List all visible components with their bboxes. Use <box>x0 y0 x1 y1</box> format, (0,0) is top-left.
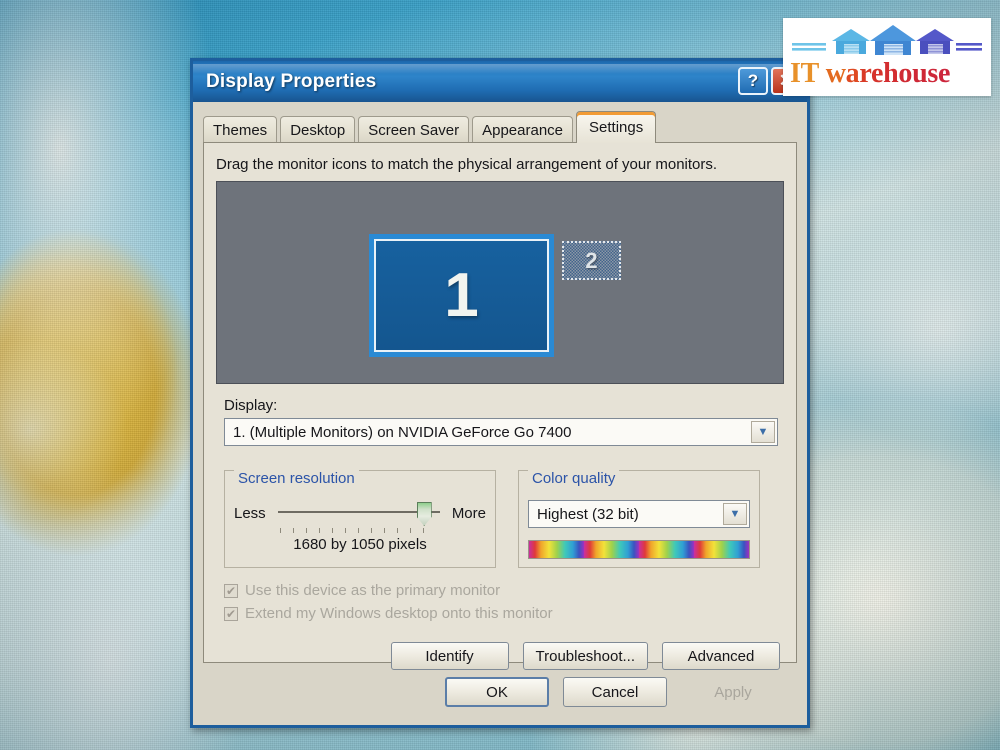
color-quality-title: Color quality <box>528 470 620 487</box>
wordmark-e2: e <box>937 58 951 89</box>
it-warehouse-watermark: IT warehouse <box>783 18 991 96</box>
three-warehouses-icon <box>792 25 982 55</box>
color-quality-value: Highest (32 bit) <box>537 505 639 523</box>
drag-monitors-hint: Drag the monitor icons to match the phys… <box>216 156 718 173</box>
settings-action-buttons: Identify Troubleshoot... Advanced <box>216 642 780 670</box>
wordmark-e1: e <box>870 58 884 89</box>
cancel-button[interactable]: Cancel <box>563 677 667 707</box>
primary-monitor-checkbox-row[interactable]: ✔ Use this device as the primary monitor <box>224 582 784 599</box>
monitor-arrangement-preview[interactable]: 1 2 <box>216 181 784 384</box>
color-quality-select[interactable]: Highest (32 bit) ▼ <box>528 500 750 528</box>
window-title: Display Properties <box>206 70 377 92</box>
screen-resolution-title: Screen resolution <box>234 470 359 487</box>
color-quality-body: Highest (32 bit) ▼ <box>518 488 760 568</box>
identify-button[interactable]: Identify <box>390 642 509 670</box>
extend-desktop-checkbox-row[interactable]: ✔ Extend my Windows desktop onto this mo… <box>224 605 784 622</box>
checkmark-icon[interactable]: ✔ <box>224 583 238 598</box>
monitor-icon-2[interactable]: 2 <box>562 241 621 280</box>
display-select-value: 1. (Multiple Monitors) on NVIDIA GeForce… <box>233 423 572 441</box>
dialog-footer: OK Cancel Apply <box>193 677 785 707</box>
help-icon[interactable]: ? <box>738 67 768 95</box>
chevron-down-icon[interactable]: ▼ <box>751 421 775 443</box>
color-spectrum-bar <box>528 540 750 559</box>
wordmark-a: a <box>845 58 860 89</box>
troubleshoot-button[interactable]: Troubleshoot... <box>522 642 648 670</box>
warehouse-logo-icon <box>790 23 984 57</box>
tab-desktop[interactable]: Desktop <box>280 116 356 143</box>
dialog-titlebar[interactable]: Display Properties ? ✕ <box>193 58 807 102</box>
checkmark-icon[interactable]: ✔ <box>224 606 238 621</box>
resolution-slider[interactable] <box>274 498 444 533</box>
wordmark-r: r <box>859 58 871 89</box>
color-quality-group: Color quality Highest (32 bit) ▼ <box>518 462 760 568</box>
apply-button: Apply <box>714 683 752 701</box>
advanced-button[interactable]: Advanced <box>662 642 780 670</box>
monitor-option-checkboxes: ✔ Use this device as the primary monitor… <box>224 582 784 622</box>
wordmark-s: s <box>927 58 938 89</box>
settings-groups: Screen resolution Less More 1680 by 1050… <box>224 462 778 568</box>
tab-strip: Themes Desktop Screen Saver Appearance S… <box>203 111 797 143</box>
wordmark-h: h <box>883 58 899 89</box>
wordmark-o: o <box>898 58 913 89</box>
it-warehouse-wordmark: IT warehouse <box>790 57 984 91</box>
display-select[interactable]: 1. (Multiple Monitors) on NVIDIA GeForce… <box>224 418 778 446</box>
wordmark-it: IT <box>790 58 819 89</box>
monitor-2-number: 2 <box>585 247 598 273</box>
monitor-icon-1[interactable]: 1 <box>369 234 554 357</box>
ok-button[interactable]: OK <box>445 677 549 707</box>
wordmark-w: w <box>825 58 846 89</box>
slider-track <box>277 511 440 513</box>
tab-settings[interactable]: Settings <box>576 111 657 143</box>
screen-resolution-group: Screen resolution Less More 1680 by 1050… <box>224 462 496 568</box>
tab-screen-saver[interactable]: Screen Saver <box>358 116 470 143</box>
slider-ticks <box>279 528 436 533</box>
tab-themes[interactable]: Themes <box>203 116 278 143</box>
slider-less-label: Less <box>234 504 266 522</box>
primary-monitor-label: Use this device as the primary monitor <box>245 582 501 599</box>
slider-more-label: More <box>451 504 486 522</box>
settings-tab-page: Drag the monitor icons to match the phys… <box>203 142 797 670</box>
wordmark-u: u <box>912 58 928 89</box>
resolution-value: 1680 by 1050 pixels <box>293 536 427 553</box>
slider-thumb[interactable] <box>416 502 432 526</box>
tab-appearance[interactable]: Appearance <box>472 116 574 143</box>
chevron-down-icon[interactable]: ▼ <box>723 503 747 525</box>
extend-desktop-label: Extend my Windows desktop onto this moni… <box>245 605 553 622</box>
display-label: Display: <box>224 397 278 414</box>
resolution-slider-row: Less More <box>234 498 486 533</box>
monitor-1-number: 1 <box>444 260 479 330</box>
display-properties-dialog: Display Properties ? ✕ Themes Desktop Sc… <box>190 58 810 728</box>
screen-resolution-body: Less More 1680 by 1050 pixels <box>224 488 496 562</box>
monitor-1-screen: 1 <box>374 239 549 352</box>
